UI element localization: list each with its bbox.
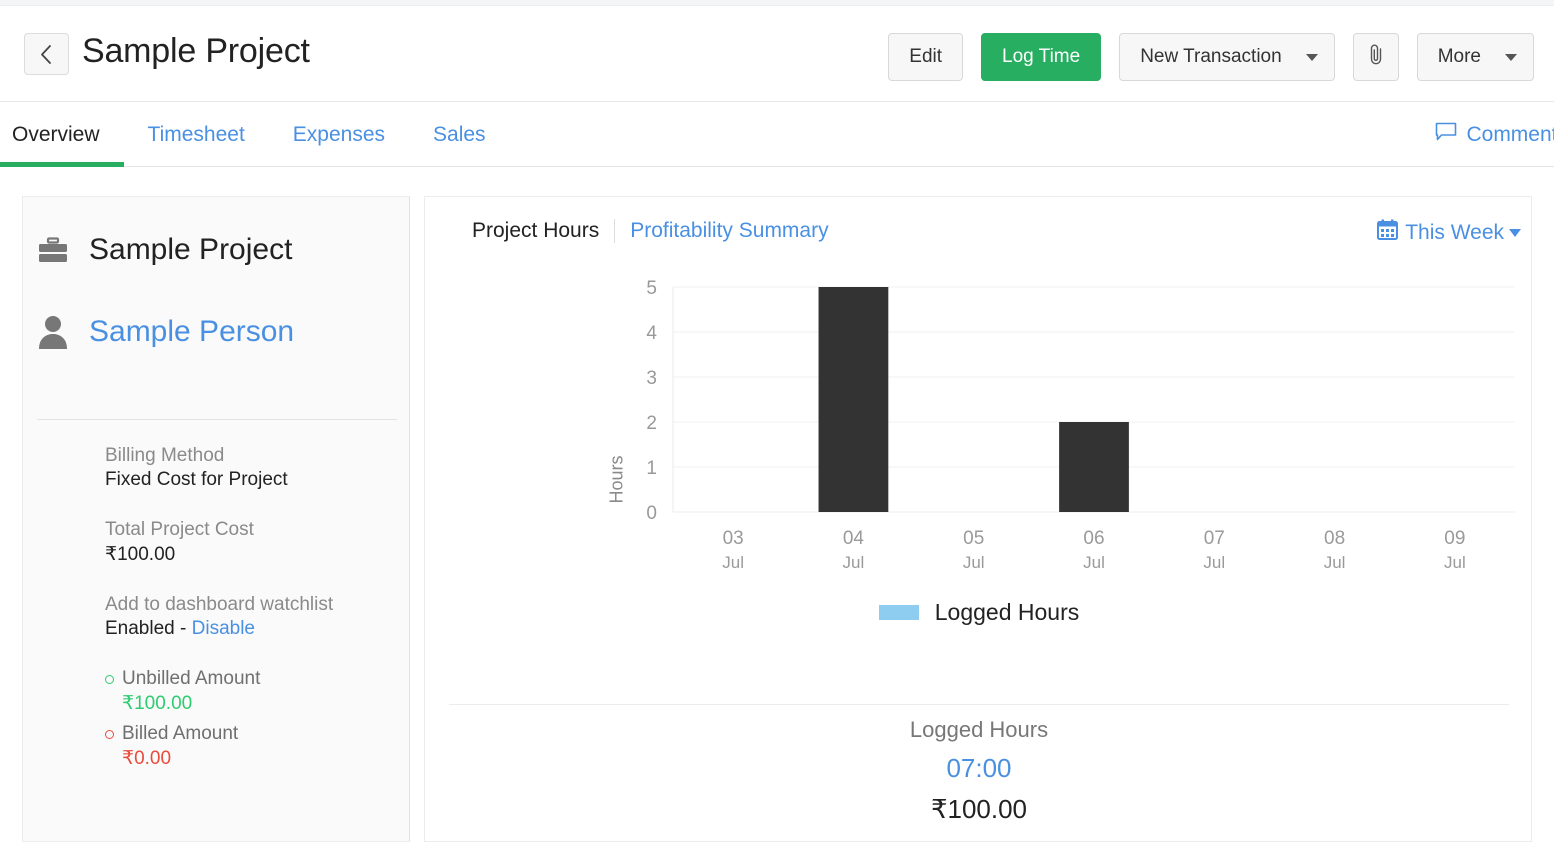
unbilled-amount-label: Unbilled Amount xyxy=(105,668,405,690)
edit-button[interactable]: Edit xyxy=(888,33,964,81)
summary-amount: ₹100.00 xyxy=(930,794,1028,824)
billing-method-value: Fixed Cost for Project xyxy=(105,469,288,490)
unbilled-amount-text: Unbilled Amount xyxy=(122,668,261,689)
chart-svg: 0 1 2 3 4 5 03 Jul 04 Jul 05 Jul 06 Jul 07 Jul 08 Jul 09 Ju… xyxy=(646,278,1515,572)
svg-text:5: 5 xyxy=(646,278,657,299)
total-project-cost-label: Total Project Cost xyxy=(105,519,254,540)
chevron-down-icon xyxy=(1505,53,1517,61)
chart-tab-profitability-summary[interactable]: Profitability Summary xyxy=(614,219,829,243)
billed-amount-label: Billed Amount xyxy=(105,723,405,745)
more-dropdown[interactable]: More xyxy=(1416,33,1534,81)
project-sidebar: Sample Project Sample Person Billing Met… xyxy=(22,196,410,842)
watchlist-value: Enabled - Disable xyxy=(105,618,405,640)
tab-sales[interactable]: Sales xyxy=(409,102,510,167)
tab-expenses[interactable]: Expenses xyxy=(269,102,409,167)
chart-y-axis-label: Hours xyxy=(606,455,627,504)
svg-text:03: 03 xyxy=(723,528,744,549)
tab-bar: Overview Timesheet Expenses Sales Commen… xyxy=(0,102,1554,167)
unbilled-amount-value: ₹100.00 xyxy=(122,693,193,714)
tab-timesheet-label: Timesheet xyxy=(147,122,245,146)
chevron-down-icon xyxy=(1509,228,1521,237)
watchlist-label: Add to dashboard watchlist xyxy=(105,594,334,615)
chart-legend: Logged Hours xyxy=(425,599,1533,626)
summary-title: Logged Hours xyxy=(909,717,1049,742)
billed-amount-row: Billed Amount ₹0.00 xyxy=(105,723,405,770)
svg-text:07: 07 xyxy=(1204,528,1225,549)
header-actions: Edit Log Time New Transaction More xyxy=(888,33,1534,81)
project-hours-card: Project Hours Profitability Summary This… xyxy=(424,196,1532,842)
tab-expenses-label: Expenses xyxy=(292,122,386,146)
billed-amount-value: ₹0.00 xyxy=(122,748,172,769)
bullet-red-icon xyxy=(105,729,114,739)
svg-text:05: 05 xyxy=(963,528,984,549)
svg-text:Jul: Jul xyxy=(1083,553,1105,572)
svg-text:Jul: Jul xyxy=(843,553,865,572)
period-selector[interactable]: This Week xyxy=(1377,219,1521,246)
svg-text:Jul: Jul xyxy=(1203,553,1225,572)
back-button[interactable] xyxy=(24,33,69,75)
watchlist-disable-link[interactable]: Disable xyxy=(192,618,255,639)
svg-text:Jul: Jul xyxy=(722,553,744,572)
attachment-button[interactable] xyxy=(1352,33,1399,81)
sidebar-project-name: Sample Project xyxy=(89,233,293,266)
svg-text:04: 04 xyxy=(843,528,865,549)
user-icon xyxy=(37,315,89,349)
new-transaction-dropdown[interactable]: New Transaction xyxy=(1119,33,1335,81)
svg-text:08: 08 xyxy=(1324,528,1345,549)
chart-tab-list: Project Hours Profitability Summary xyxy=(472,219,829,243)
sidebar-person-name[interactable]: Sample Person xyxy=(89,315,294,349)
total-project-cost-value: ₹100.00 xyxy=(105,544,176,565)
more-label: More xyxy=(1437,46,1481,67)
app-page: Sample Project Edit Log Time New Transac… xyxy=(0,0,1554,842)
calendar-icon xyxy=(1377,219,1399,246)
chart-header: Project Hours Profitability Summary This… xyxy=(425,197,1531,267)
chevron-down-icon xyxy=(1305,53,1318,61)
content-area: Sample Project Sample Person Billing Met… xyxy=(0,167,1554,842)
log-time-button[interactable]: Log Time xyxy=(981,33,1102,81)
unbilled-amount-row: Unbilled Amount ₹100.00 xyxy=(105,668,405,715)
billed-amount-text: Billed Amount xyxy=(122,723,239,744)
chart-tab-project-hours[interactable]: Project Hours xyxy=(472,219,614,243)
summary-hours[interactable]: 07:00 xyxy=(946,753,1011,784)
briefcase-icon xyxy=(37,236,89,264)
bullet-green-icon xyxy=(105,674,114,684)
page-header: Sample Project Edit Log Time New Transac… xyxy=(0,6,1554,102)
svg-text:2: 2 xyxy=(646,413,657,434)
logged-hours-summary: Logged Hours 07:00 ₹100.00 xyxy=(425,717,1533,825)
period-label: This Week xyxy=(1405,220,1504,244)
legend-swatch xyxy=(878,605,919,620)
sidebar-project-row: Sample Project xyxy=(37,233,292,267)
sidebar-fields: Billing Method Fixed Cost for Project To… xyxy=(105,445,405,776)
svg-text:Jul: Jul xyxy=(1324,553,1346,572)
legend-label: Logged Hours xyxy=(934,599,1080,625)
page-title: Sample Project xyxy=(82,32,310,70)
sidebar-person-row[interactable]: Sample Person xyxy=(37,315,294,349)
svg-text:09: 09 xyxy=(1444,528,1465,549)
svg-text:3: 3 xyxy=(646,368,657,389)
paperclip-icon xyxy=(1368,42,1384,72)
tab-sales-label: Sales xyxy=(433,122,486,146)
tab-overview-label: Overview xyxy=(12,122,100,146)
svg-text:Jul: Jul xyxy=(963,553,985,572)
billing-method-label: Billing Method xyxy=(105,445,225,466)
comments-button[interactable]: Comments xyxy=(1435,102,1554,167)
tab-timesheet[interactable]: Timesheet xyxy=(124,102,269,167)
sidebar-divider xyxy=(37,419,397,420)
card-divider xyxy=(449,704,1509,705)
comments-label: Comments xyxy=(1466,122,1554,146)
svg-text:0: 0 xyxy=(646,503,657,524)
project-hours-chart: Hours 0 1 2 3 4 5 03 Jul 04 Jul 05 Jul 06 Jul 07 Jul 08 J… xyxy=(425,273,1533,713)
svg-text:06: 06 xyxy=(1083,528,1104,549)
svg-text:1: 1 xyxy=(646,458,657,479)
watchlist-state: Enabled - xyxy=(105,618,192,639)
svg-text:Jul: Jul xyxy=(1444,553,1466,572)
svg-text:4: 4 xyxy=(646,323,657,344)
tab-overview[interactable]: Overview xyxy=(0,102,124,167)
comment-icon xyxy=(1435,122,1457,148)
new-transaction-label: New Transaction xyxy=(1140,46,1282,67)
chevron-left-icon xyxy=(40,44,53,65)
tab-list: Overview Timesheet Expenses Sales xyxy=(0,102,510,167)
